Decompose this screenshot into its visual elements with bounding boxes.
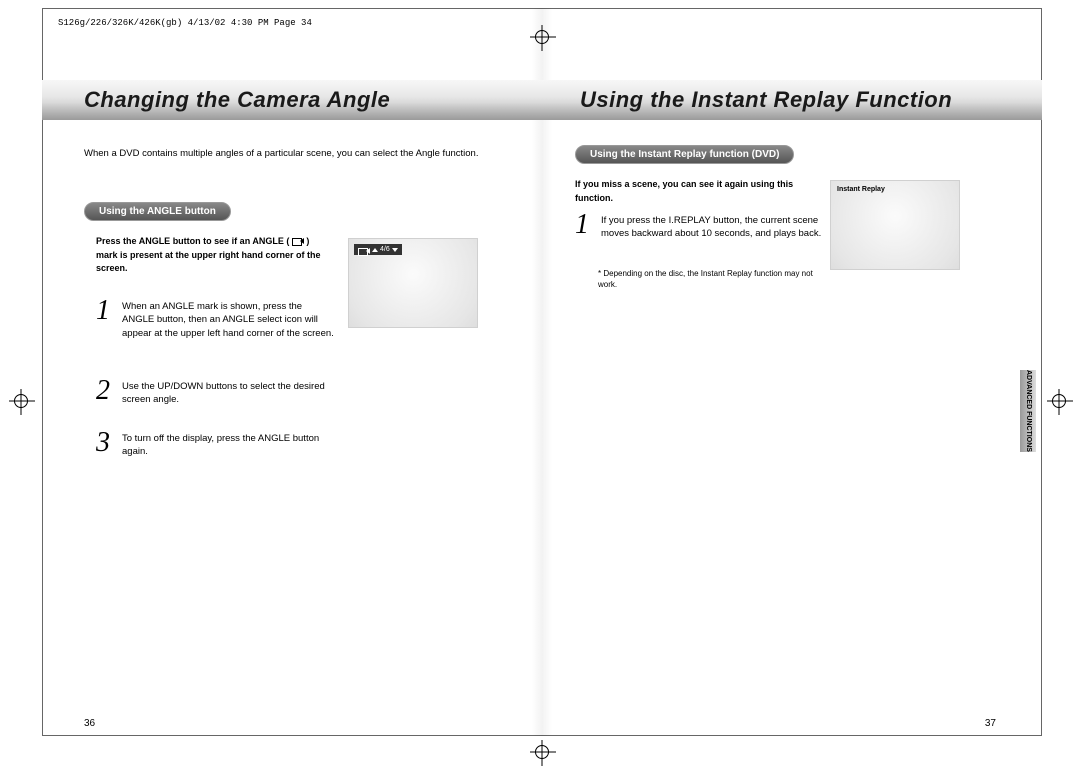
- step-number: 1: [575, 212, 601, 241]
- step-text: When an ANGLE mark is shown, press the A…: [122, 298, 336, 340]
- thumbnail-angle: 4/6: [348, 238, 478, 328]
- step-text: To turn off the display, press the ANGLE…: [122, 430, 336, 459]
- left-step-2: 2 Use the UP/DOWN buttons to select the …: [96, 378, 336, 407]
- thumbnail-replay: Instant Replay: [830, 180, 960, 270]
- step-text: Use the UP/DOWN buttons to select the de…: [122, 378, 336, 407]
- thumbnail-replay-label: Instant Replay: [837, 186, 885, 193]
- step-number: 3: [96, 430, 122, 459]
- step-number: 2: [96, 378, 122, 407]
- triangle-up-icon: [372, 248, 378, 252]
- step-number: 1: [96, 298, 122, 340]
- pill-angle-button: Using the ANGLE button: [84, 202, 231, 221]
- camera-icon: [292, 236, 304, 245]
- slugline: S126g/226/326K/426K(gb) 4/13/02 4:30 PM …: [58, 18, 312, 28]
- registration-right: [1052, 394, 1066, 408]
- angle-indicator-text: 4/6: [380, 246, 390, 253]
- replay-bold-note: If you miss a scene, you can see it agai…: [575, 178, 815, 205]
- angle-indicator: 4/6: [354, 244, 402, 255]
- page-number-left: 36: [84, 718, 95, 729]
- title-left: Changing the Camera Angle: [84, 87, 390, 113]
- replay-footnote: * Depending on the disc, the Instant Rep…: [598, 268, 828, 290]
- side-tab: ADVANCED FUNCTIONS: [1020, 370, 1036, 452]
- camera-icon-small: [358, 246, 370, 255]
- title-right: Using the Instant Replay Function: [580, 87, 952, 113]
- intro-left: When a DVD contains multiple angles of a…: [84, 148, 524, 159]
- triangle-down-icon: [392, 248, 398, 252]
- registration-left: [14, 394, 28, 408]
- page-number-right: 37: [985, 718, 996, 729]
- registration-bottom: [535, 745, 549, 759]
- angle-bold-note-pre: Press the ANGLE button to see if an ANGL…: [96, 236, 289, 246]
- left-step-3: 3 To turn off the display, press the ANG…: [96, 430, 336, 459]
- left-step-1: 1 When an ANGLE mark is shown, press the…: [96, 298, 336, 340]
- pill-instant-replay: Using the Instant Replay function (DVD): [575, 145, 794, 164]
- angle-bold-note: Press the ANGLE button to see if an ANGL…: [96, 235, 326, 276]
- right-step-1: 1 If you press the I.REPLAY button, the …: [575, 212, 825, 241]
- step-text: If you press the I.REPLAY button, the cu…: [601, 212, 825, 241]
